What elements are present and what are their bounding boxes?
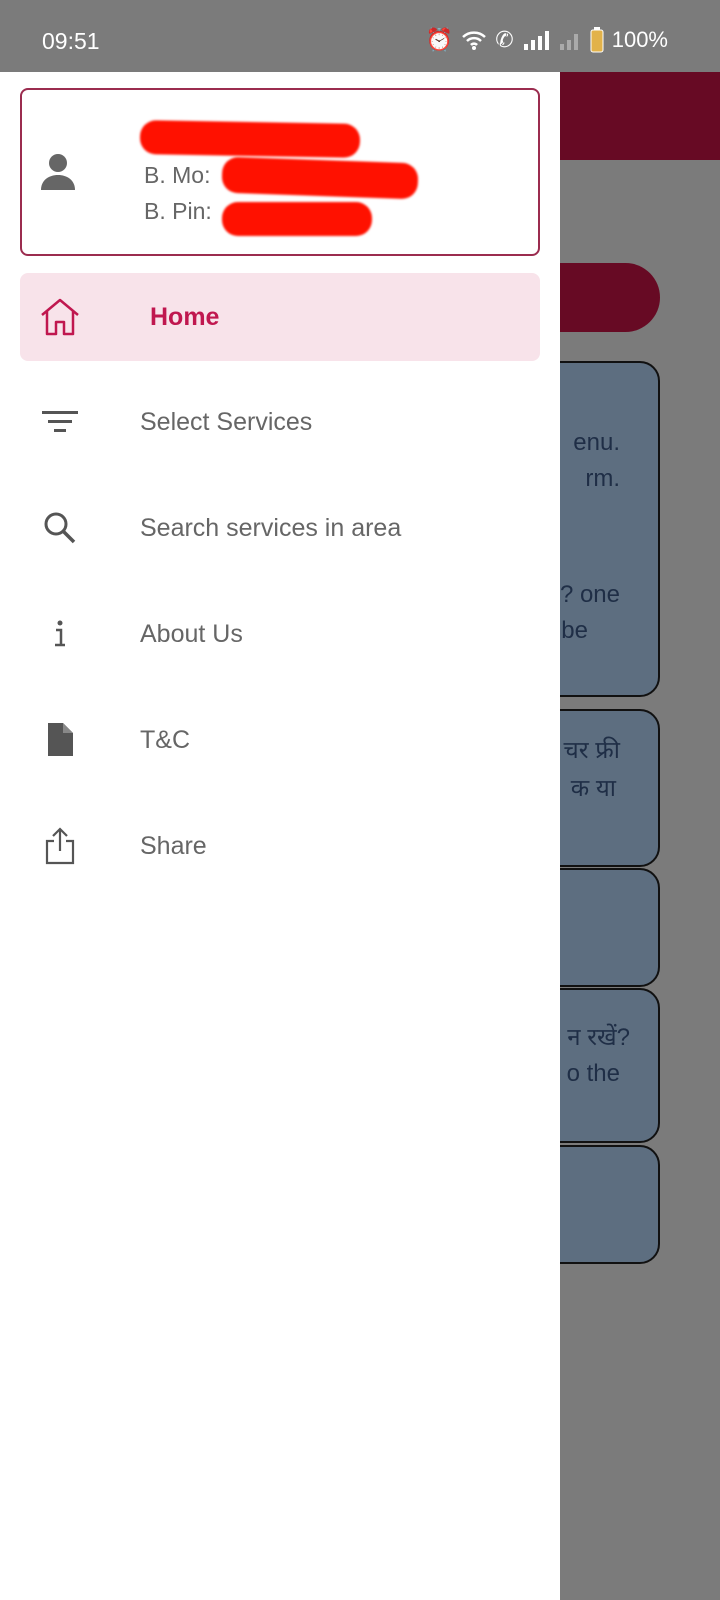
navigation-drawer: B. Mo: B. Pin: Home Select Services Sear… [0, 72, 560, 1600]
card-text: be [561, 617, 588, 644]
card-text: चर फ्री [563, 737, 620, 764]
search-icon [38, 506, 82, 550]
app-bar [540, 72, 720, 160]
drawer-item-home[interactable]: Home [20, 273, 540, 361]
drawer-item-label: T&C [140, 725, 190, 754]
signal-icon [523, 31, 549, 50]
card-text: enu. [573, 429, 620, 456]
status-bar: 09:51 ⏰ ✆ 100% [0, 0, 720, 72]
card-text: न रखें? [567, 1024, 630, 1051]
redacted-name [139, 120, 361, 158]
drawer-item-label: Share [140, 831, 207, 860]
battery-level: 100% [611, 27, 668, 52]
drawer-item-label: Search services in area [140, 513, 402, 542]
card-text: ? one [559, 581, 620, 608]
alarm-icon: ⏰ [425, 27, 454, 52]
pin-label: B. Pin: [144, 198, 212, 224]
status-time: 09:51 [42, 28, 100, 54]
signal-sim2-icon [559, 34, 578, 50]
drawer-item-about-us[interactable]: About Us [20, 590, 540, 678]
drawer-item-label: Home [150, 302, 220, 331]
home-icon [38, 295, 82, 339]
document-icon [38, 718, 82, 762]
mobile-label: B. Mo: [144, 162, 211, 188]
card-text: rm. [585, 465, 620, 492]
filter-icon [38, 400, 82, 444]
drawer-item-tc[interactable]: T&C [20, 696, 540, 784]
person-icon [41, 154, 75, 190]
drawer-item-label: Select Services [140, 407, 313, 436]
card-text: o the [566, 1060, 620, 1087]
drawer-item-select-services[interactable]: Select Services [20, 378, 540, 466]
drawer-item-label: About Us [140, 619, 243, 648]
wifi-call-icon: ✆ [495, 27, 514, 52]
redacted-mobile [221, 156, 419, 200]
share-icon [38, 824, 82, 868]
battery-icon [590, 27, 604, 53]
drawer-item-search-area[interactable]: Search services in area [20, 484, 540, 572]
user-profile-header: B. Mo: B. Pin: [20, 88, 540, 256]
redacted-pin [222, 202, 372, 236]
status-icons: ⏰ ✆ 100% [426, 27, 668, 53]
info-icon [38, 612, 82, 656]
drawer-item-share[interactable]: Share [20, 802, 540, 890]
wifi-icon [462, 31, 487, 50]
card-text: क या [570, 775, 616, 802]
